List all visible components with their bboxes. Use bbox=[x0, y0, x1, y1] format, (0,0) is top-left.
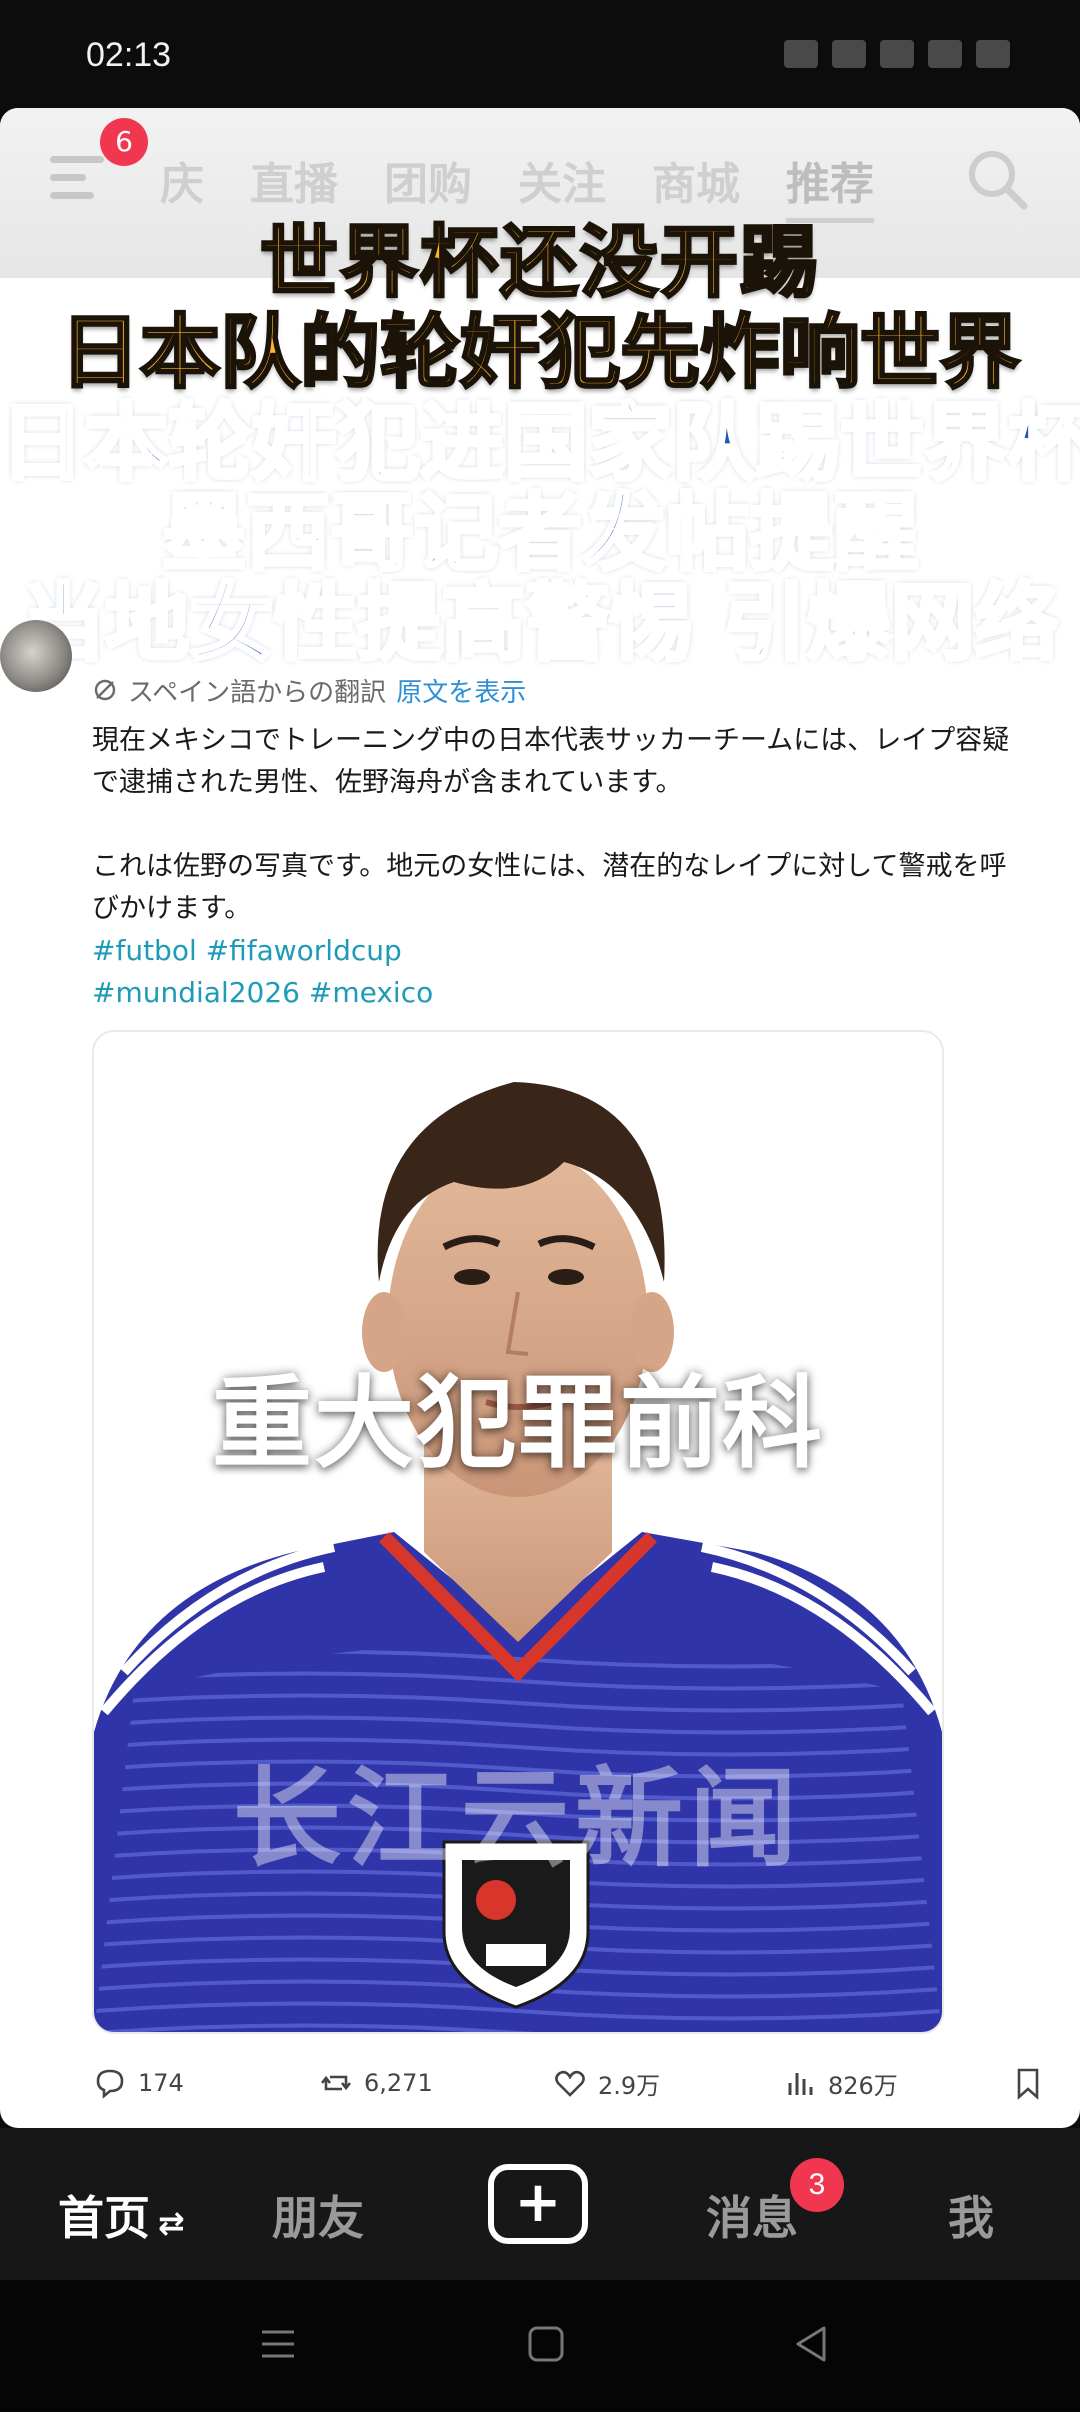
bookmark-button[interactable] bbox=[1010, 2065, 1046, 2101]
messages-badge: 3 bbox=[790, 2158, 844, 2212]
tweet-line: これは佐野の写真です。地元の女性には、潜在的なレイプに対して警戒を呼 bbox=[92, 851, 1007, 882]
like-count: 2.9万 bbox=[598, 2071, 661, 2100]
recent-apps-icon[interactable] bbox=[258, 2324, 298, 2364]
headline-line-3: 日本轮奸犯进国家队踢世界杯 bbox=[0, 394, 1080, 492]
nav-friends[interactable]: 朋友 bbox=[272, 2182, 364, 2248]
search-icon[interactable] bbox=[964, 146, 1030, 212]
tweet-line: で逮捕された男性、佐野海舟が含まれています。 bbox=[92, 767, 683, 798]
headline-line-5: 当地女性提高警惕 引爆网络 bbox=[19, 574, 1060, 672]
tab-group-buy[interactable]: 团购 bbox=[384, 148, 472, 223]
tab-recommended[interactable]: 推荐 bbox=[786, 148, 874, 223]
like-button[interactable]: 2.9万 bbox=[552, 2065, 660, 2101]
tweet-line: 現在メキシコでトレーニング中の日本代表サッカーチームには、レイプ容疑 bbox=[92, 725, 1010, 756]
home-icon[interactable] bbox=[526, 2324, 566, 2364]
hashtag-line-2[interactable]: #mundial2026 #mexico bbox=[92, 972, 1080, 1014]
status-time: 02:13 bbox=[86, 36, 172, 74]
views-button[interactable]: 826万 bbox=[782, 2065, 898, 2101]
status-bar: 02:13 bbox=[0, 0, 1080, 108]
system-nav-bar bbox=[0, 2280, 1080, 2412]
reply-button[interactable]: 174 bbox=[92, 2065, 184, 2101]
nav-home[interactable]: 首页 ⇄ bbox=[58, 2182, 185, 2248]
reply-icon bbox=[96, 2069, 124, 2099]
avatar[interactable] bbox=[0, 620, 72, 692]
repost-count: 6,271 bbox=[364, 2069, 433, 2097]
post-card: 6 庆 直播 团购 关注 商城 推荐 世界杯还没开踢 日本队的轮奸犯先炸响世界 … bbox=[0, 108, 1080, 2128]
hashtag-line-1[interactable]: #futbol #fifaworldcup bbox=[92, 930, 1080, 972]
reply-count: 174 bbox=[138, 2069, 184, 2097]
status-icons bbox=[784, 40, 1010, 68]
nav-messages[interactable]: 消息 bbox=[706, 2182, 798, 2248]
back-icon[interactable] bbox=[792, 2324, 832, 2364]
headline-line-4: 墨西哥记者发帖提醒 bbox=[160, 484, 920, 582]
news-watermark: 长江云新闻 bbox=[232, 1757, 803, 1882]
show-original-link[interactable]: 原文を表示 bbox=[396, 672, 526, 709]
translate-icon bbox=[94, 679, 116, 701]
swap-icon: ⇄ bbox=[158, 2204, 185, 2242]
tab-live[interactable]: 直播 bbox=[250, 148, 338, 223]
bar-chart-icon bbox=[788, 2073, 813, 2095]
headline-overlay: 世界杯还没开踢 日本队的轮奸犯先炸响世界 日本轮奸犯进国家队踢世界杯 墨西哥记者… bbox=[0, 217, 1080, 672]
tab-mall[interactable]: 商城 bbox=[652, 148, 740, 223]
tweet-line: びかけます。 bbox=[92, 893, 252, 924]
translated-from-label: スペイン語からの翻訳 bbox=[128, 677, 387, 708]
repost-icon bbox=[320, 2075, 352, 2091]
tweet-actions: 174 6,271 2.9万 826万 bbox=[92, 2058, 1080, 2108]
tab-following[interactable]: 关注 bbox=[518, 148, 606, 223]
tab-city[interactable]: 庆 bbox=[160, 148, 204, 223]
tweet-media[interactable]: 重大犯罪前科 长江云新闻 bbox=[92, 1030, 944, 2034]
criminal-record-overlay: 重大犯罪前科 bbox=[212, 1365, 824, 1482]
view-count: 826万 bbox=[828, 2071, 898, 2100]
repost-button[interactable]: 6,271 bbox=[318, 2065, 433, 2101]
menu-icon[interactable] bbox=[50, 156, 104, 206]
heart-icon bbox=[555, 2070, 585, 2097]
nav-me[interactable]: 我 bbox=[948, 2182, 994, 2248]
add-button[interactable]: + bbox=[488, 2164, 588, 2244]
headline-line-1: 世界杯还没开踢 bbox=[258, 217, 820, 310]
bookmark-icon bbox=[1017, 2068, 1039, 2100]
top-tabs: 庆 直播 团购 关注 商城 推荐 bbox=[160, 148, 874, 223]
nav-home-label: 首页 bbox=[58, 2191, 150, 2245]
translation-row: スペイン語からの翻訳 原文を表示 bbox=[92, 670, 1080, 710]
headline-line-2: 日本队的轮奸犯先炸响世界 bbox=[59, 306, 1022, 399]
bottom-nav: 首页 ⇄ 朋友 + 消息 3 我 bbox=[0, 2128, 1080, 2280]
menu-badge: 6 bbox=[100, 118, 148, 166]
hashtags: #futbol #fifaworldcup #mundial2026 #mexi… bbox=[92, 930, 1080, 1014]
tweet-body: スペイン語からの翻訳 原文を表示 現在メキシコでトレーニング中の日本代表サッカー… bbox=[92, 670, 1080, 1014]
tweet-text: 現在メキシコでトレーニング中の日本代表サッカーチームには、レイプ容疑 で逮捕され… bbox=[92, 720, 1080, 930]
